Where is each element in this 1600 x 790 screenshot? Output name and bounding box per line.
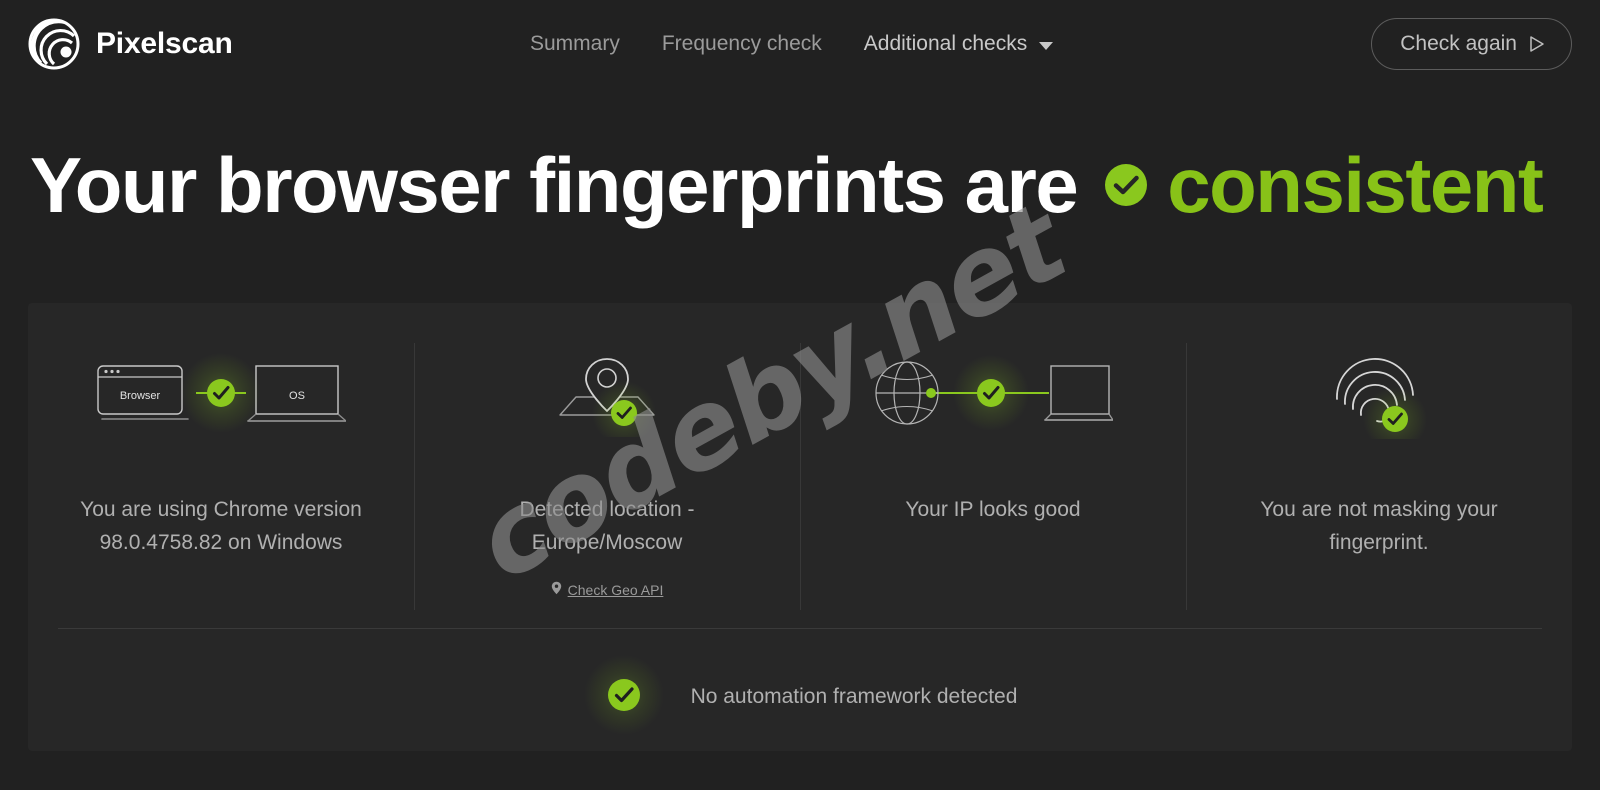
browser-os-link-icon: Browser OS	[96, 339, 346, 447]
play-triangle-icon	[1529, 35, 1544, 53]
card-ip: Your IP looks good	[800, 321, 1186, 628]
check-geo-api-link-label: Check Geo API	[567, 581, 664, 598]
card-browser-os: Browser OS You are using Chrome version …	[28, 321, 414, 628]
svg-text:Browser: Browser	[120, 390, 161, 402]
page-headline: Your browser fingerprints are consistent	[30, 146, 1600, 224]
pixelscan-spiral-logo-icon	[28, 18, 80, 70]
panel-divider	[58, 628, 1542, 629]
brand[interactable]: Pixelscan	[28, 18, 233, 70]
site-header: Pixelscan Summary Frequency check Additi…	[0, 0, 1600, 88]
fingerprint-icon	[1319, 339, 1439, 447]
headline-main-text: Your browser fingerprints are	[30, 141, 1079, 229]
check-geo-api-link[interactable]: Check Geo API	[551, 581, 664, 598]
map-pin-icon	[542, 339, 672, 447]
nav-item-summary[interactable]: Summary	[530, 32, 620, 56]
main-nav: Summary Frequency check Additional check…	[530, 0, 1054, 88]
chevron-down-icon	[1039, 41, 1054, 50]
automation-status-text: No automation framework detected	[690, 685, 1018, 708]
card-location: Detected location - Europe/Moscow Check …	[414, 321, 800, 628]
check-again-button[interactable]: Check again	[1371, 18, 1572, 70]
card-ip-text: Your IP looks good	[905, 498, 1081, 521]
results-panel: Browser OS You are using Chrome version …	[28, 303, 1572, 751]
nav-item-frequency-check[interactable]: Frequency check	[662, 32, 822, 56]
nav-item-additional-checks[interactable]: Additional checks	[863, 32, 1054, 56]
card-fingerprint: You are not masking your fingerprint.	[1186, 321, 1572, 628]
globe-laptop-link-icon	[873, 339, 1113, 447]
map-pin-small-icon	[551, 581, 562, 598]
nav-item-additional-checks-label: Additional checks	[863, 32, 1028, 55]
automation-status-row: No automation framework detected	[28, 643, 1572, 751]
card-location-text: Detected location - Europe/Moscow	[519, 498, 695, 554]
automation-check-circle-icon	[583, 654, 665, 741]
headline-check-circle-icon	[1103, 162, 1149, 208]
card-browser-os-text: You are using Chrome version 98.0.4758.8…	[80, 498, 362, 554]
results-cards: Browser OS You are using Chrome version …	[28, 303, 1572, 628]
card-fingerprint-text: You are not masking your fingerprint.	[1260, 498, 1498, 554]
brand-name: Pixelscan	[96, 27, 233, 60]
svg-text:OS: OS	[289, 390, 305, 402]
check-again-label: Check again	[1400, 32, 1517, 55]
headline-status-text: consistent	[1167, 141, 1544, 229]
